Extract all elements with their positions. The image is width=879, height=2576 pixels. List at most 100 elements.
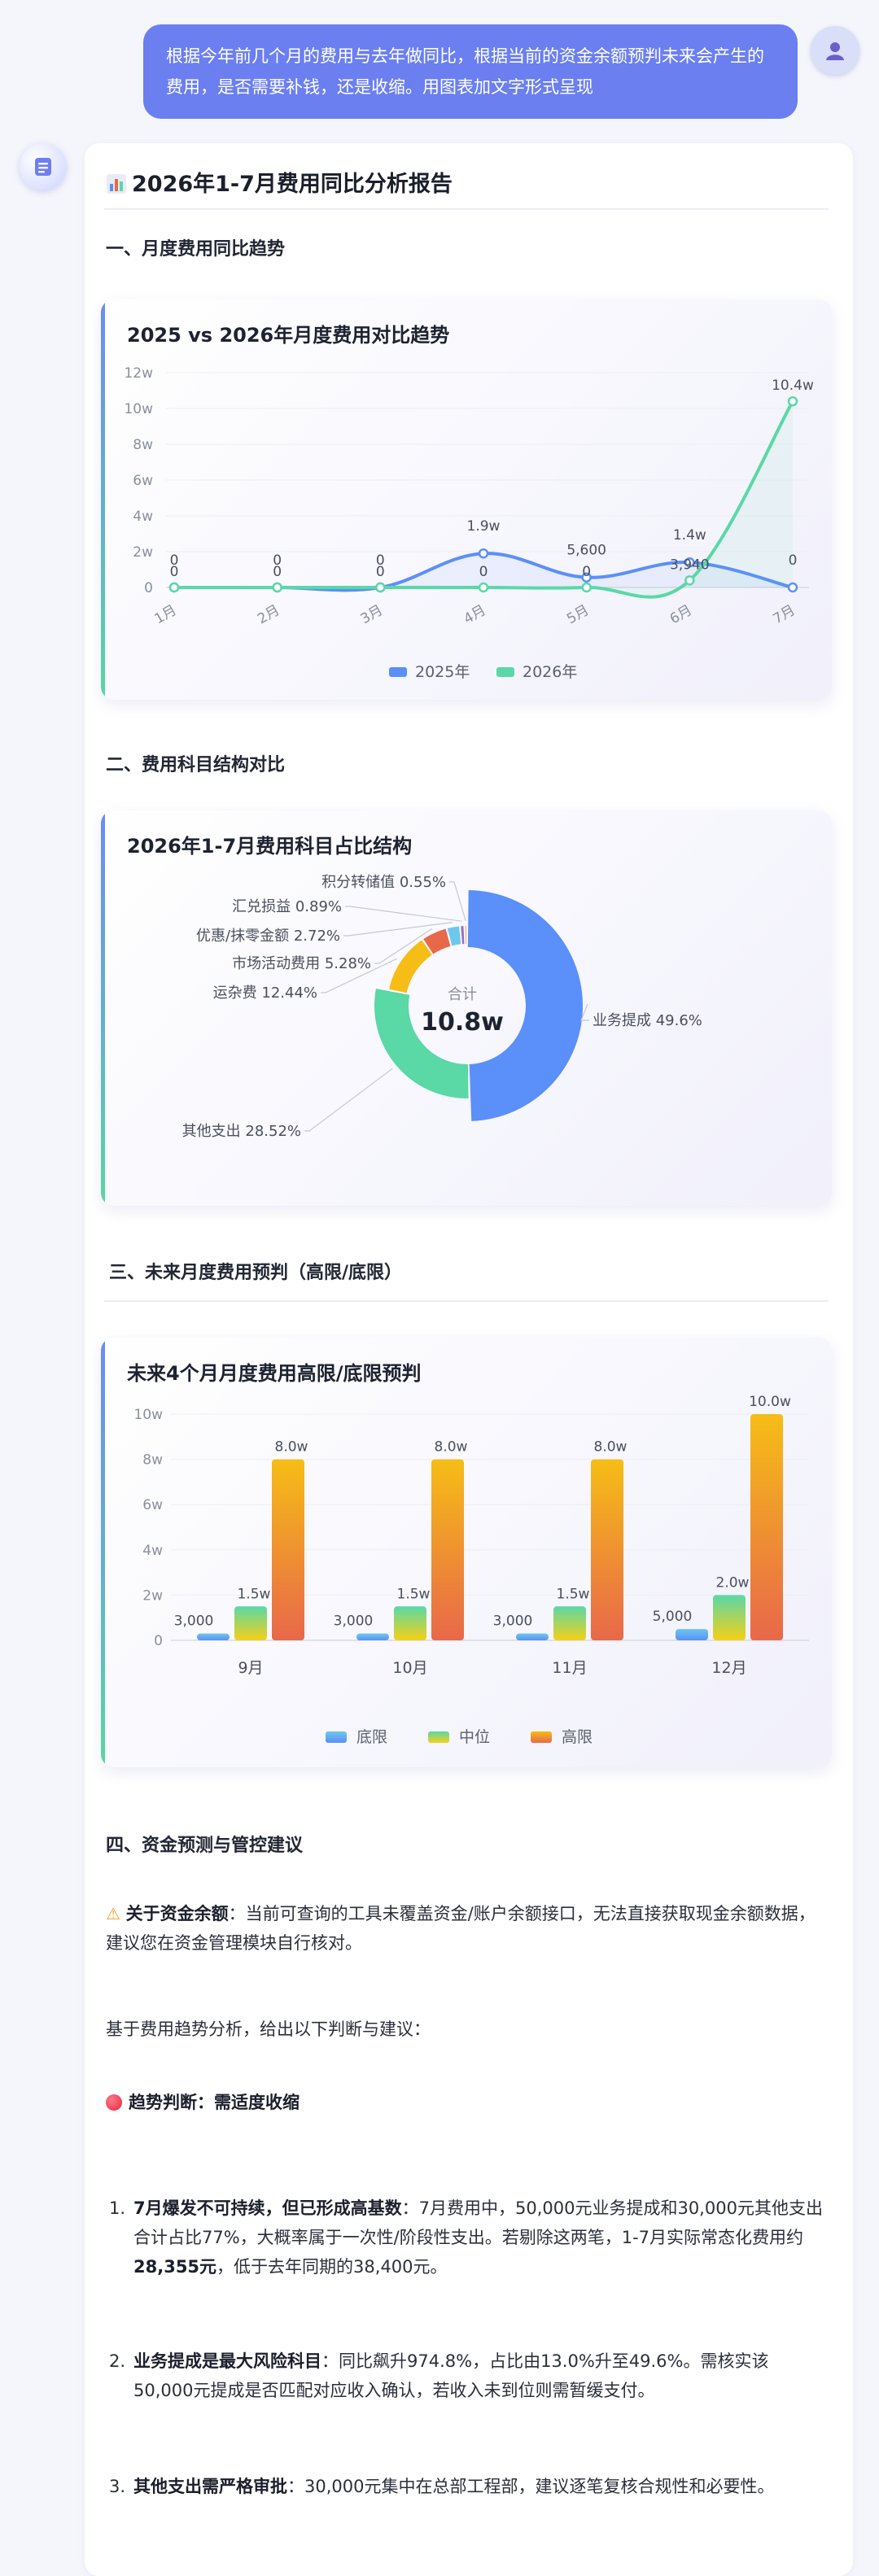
bar-中位[interactable]	[234, 1606, 267, 1640]
legend-swatch[interactable]	[326, 1731, 347, 1743]
data-point[interactable]	[478, 548, 489, 559]
data-label: 1.4w	[673, 527, 706, 544]
bar-value-label: 8.0w	[594, 1439, 628, 1456]
pie-slice-label: 业务提成 49.6%	[593, 1012, 702, 1029]
data-label: 3,940	[670, 557, 710, 573]
y-tick-label: 10w	[133, 1407, 163, 1423]
line-chart-card: 2025 vs 2026年月度费用对比趋势 0 2w 4w 6w 8w 10w 12w 1月 2…	[101, 299, 832, 700]
title-divider	[104, 208, 829, 210]
y-tick-label: 8w	[142, 1452, 163, 1469]
legend-label[interactable]: 中位	[459, 1728, 490, 1746]
data-label: 0	[479, 564, 488, 580]
advice-intro: 基于费用趋势分析，给出以下判断与建议：	[106, 2019, 431, 2039]
balance-note: ⚠ 关于资金余额：当前可查询的工具未覆盖资金/账户余额接口，无法直接获取现金余额…	[106, 1899, 830, 1958]
bar-中位[interactable]	[553, 1606, 586, 1640]
list-item: 3. 其他支出需严格审批：30,000元集中在总部工程部，建议逐笔复核合规性和必…	[109, 2472, 827, 2501]
legend-label[interactable]: 底限	[356, 1728, 387, 1746]
bar-底限[interactable]	[197, 1633, 230, 1640]
data-point[interactable]	[478, 582, 489, 593]
balance-note-label: 关于资金余额	[125, 1904, 229, 1923]
report-title: 2026年1-7月费用同比分析报告	[106, 166, 453, 198]
x-tick-label: 6月	[667, 602, 695, 627]
bar-value-label: 8.0w	[435, 1439, 468, 1456]
y-tick-label: 0	[154, 1633, 163, 1649]
pie-slice-label: 其他支出 28.52%	[182, 1123, 301, 1140]
bar-底限[interactable]	[356, 1633, 389, 1640]
list-number: 2.	[109, 2351, 126, 2371]
user-message-text: 根据今年前几个月的费用与去年做同比，根据当前的资金余额预判未来会产生的费用，是否…	[166, 46, 764, 97]
legend-label[interactable]: 2025年	[415, 663, 470, 681]
trend-judgement: 趋势判断：需适度收缩	[106, 2088, 300, 2117]
pie-slice-label: 市场活动费用 5.28%	[232, 955, 371, 972]
data-label: 10.4w	[772, 378, 814, 394]
bar-底限[interactable]	[676, 1629, 708, 1640]
list-item-text-end: ，低于去年同期的38,400元。	[216, 2257, 448, 2277]
bar-高限[interactable]	[431, 1459, 464, 1640]
list-item-bold-value: 28,355元	[133, 2257, 217, 2277]
x-tick-label: 5月	[564, 602, 592, 627]
y-tick-label: 4w	[142, 1543, 163, 1559]
y-tick-label: 2w	[142, 1587, 163, 1604]
pie-slice[interactable]	[374, 989, 469, 1098]
bar-chart-icon	[107, 174, 126, 194]
bar-chart: 0 2w 4w 6w 8w 10w 3,000 1.5w 8.0w 9月 3,000 1.5w 8.0w…	[133, 1394, 809, 1746]
bar-value-label: 3,000	[493, 1613, 533, 1630]
legend-label[interactable]: 2026年	[523, 663, 577, 681]
data-point[interactable]	[375, 582, 386, 593]
bar-高限[interactable]	[750, 1414, 783, 1640]
legend-swatch[interactable]	[428, 1731, 449, 1743]
list-item-bold: 业务提成是最大风险科目	[133, 2351, 321, 2371]
bar-高限[interactable]	[591, 1459, 623, 1640]
list-item: 1. 7月爆发不可持续，但已形成高基数：7月费用中，50,000元业务提成和30…	[109, 2194, 827, 2281]
y-tick-label: 6w	[142, 1497, 163, 1513]
user-message-bubble: 根据今年前几个月的费用与去年做同比，根据当前的资金余额预判未来会产生的费用，是否…	[143, 24, 798, 119]
bar-chart-card: 未来4个月月度费用高限/底限预判 0 2w 4w 6w 8w 10w 3,000 1.5w 8.…	[101, 1338, 832, 1767]
pie-slice-label: 汇兑损益 0.89%	[232, 898, 342, 915]
list-item: 2. 业务提成是最大风险科目：同比飙升974.8%，占比由13.0%升至49.6…	[109, 2347, 827, 2405]
bar-value-label: 1.5w	[238, 1586, 271, 1602]
x-tick-label: 4月	[461, 602, 488, 627]
section-divider	[104, 1300, 829, 1302]
bar-中位[interactable]	[713, 1595, 746, 1640]
x-tick-label: 1月	[151, 602, 179, 627]
legend-swatch[interactable]	[496, 667, 514, 677]
legend-swatch[interactable]	[389, 667, 407, 677]
x-tick-label: 11月	[552, 1659, 587, 1677]
y-tick-label: 6w	[133, 473, 153, 489]
assistant-avatar	[20, 143, 67, 190]
user-avatar[interactable]	[811, 26, 859, 75]
list-number: 3.	[109, 2477, 126, 2496]
pie-slice-label: 运杂费 12.44%	[213, 985, 317, 1002]
bar-高限[interactable]	[272, 1459, 304, 1640]
legend-label[interactable]: 高限	[562, 1728, 593, 1746]
x-tick-label: 7月	[770, 602, 798, 627]
bar-value-label: 3,000	[334, 1613, 374, 1630]
data-point[interactable]	[272, 582, 282, 593]
pie-slice[interactable]	[461, 926, 465, 945]
pie-center-label: 合计	[448, 986, 477, 1003]
data-point[interactable]	[168, 582, 180, 593]
x-tick-label: 9月	[238, 1659, 263, 1677]
pie-center-value: 10.8w	[421, 1008, 504, 1037]
y-tick-label: 0	[144, 580, 153, 596]
data-point[interactable]	[787, 395, 798, 407]
y-tick-label: 10w	[124, 401, 153, 417]
bar-中位[interactable]	[394, 1606, 426, 1640]
red-circle-icon	[106, 2094, 122, 2111]
x-tick-label: 2月	[255, 602, 282, 627]
data-point[interactable]	[581, 582, 592, 593]
section-title-structure: 二、费用科目结构对比	[106, 755, 286, 775]
bar-value-label: 8.0w	[275, 1439, 308, 1456]
data-point[interactable]	[684, 575, 695, 586]
pie-slice-label: 优惠/抹零金额 2.72%	[196, 928, 340, 945]
bar-value-label: 1.5w	[397, 1586, 431, 1602]
legend-swatch[interactable]	[531, 1731, 552, 1743]
pie-slice-label: 积分转储值 0.55%	[321, 874, 446, 891]
data-label: 5,600	[566, 543, 606, 559]
bar-value-label: 2.0w	[716, 1574, 750, 1591]
list-item-bold: 其他支出需严格审批	[133, 2477, 287, 2496]
pie-slice[interactable]	[389, 940, 432, 993]
pie-slice[interactable]	[467, 890, 583, 1121]
pie-chart-card: 2026年1-7月费用科目占比结构 业务提成 49.6% 其他支出 28.52% 运…	[101, 810, 832, 1206]
bar-底限[interactable]	[516, 1633, 549, 1640]
